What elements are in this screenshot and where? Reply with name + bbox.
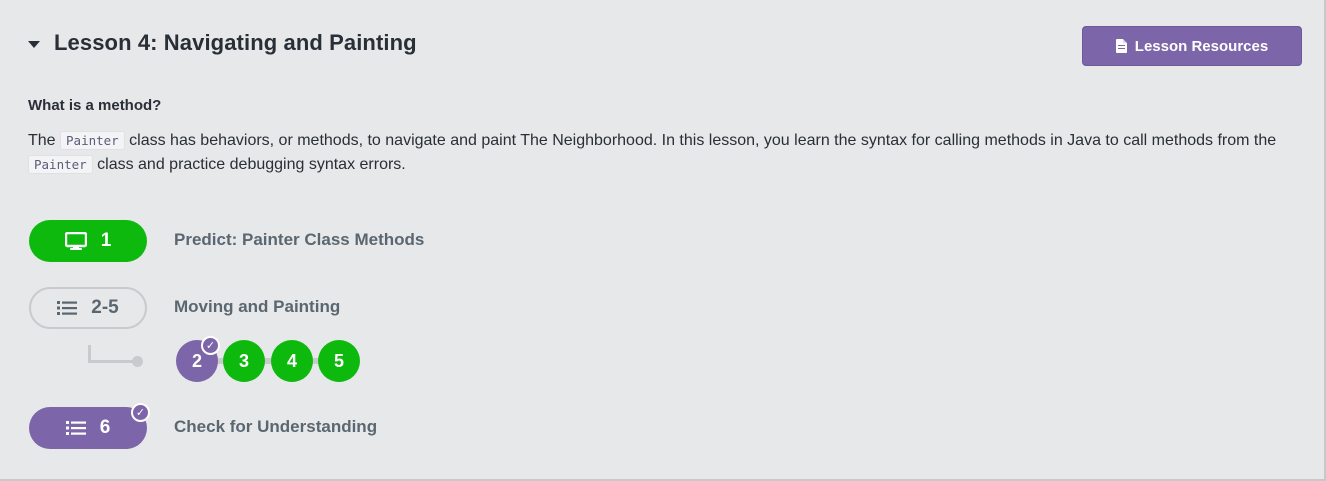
description-text: class has behaviors, or methods, to navi… — [124, 132, 1277, 149]
checkmark-icon: ✓ — [201, 336, 220, 355]
lesson-header[interactable]: Lesson 4: Navigating and Painting — [28, 30, 417, 56]
description-text: class and practice debugging syntax erro… — [92, 156, 406, 173]
level-pill-6[interactable]: 6 — [29, 407, 147, 449]
level-name[interactable]: Check for Understanding — [174, 417, 377, 437]
lesson-title[interactable]: Lesson 4: Navigating and Painting — [54, 30, 417, 56]
list-icon — [65, 420, 86, 436]
level-bubble-4[interactable]: 4 — [271, 340, 313, 382]
lesson-panel: Lesson 4: Navigating and Painting Lesson… — [0, 0, 1326, 481]
level-name[interactable]: Moving and Painting — [174, 297, 340, 317]
checkmark-icon: ✓ — [131, 403, 150, 422]
lesson-resources-button[interactable]: Lesson Resources — [1082, 26, 1302, 66]
level-pill-label: 6 — [99, 417, 111, 438]
list-icon — [57, 300, 78, 316]
monitor-icon — [64, 232, 87, 250]
level-pill-1[interactable]: 1 — [29, 220, 147, 262]
level-pill-2-5[interactable]: 2-5 — [29, 287, 147, 329]
level-pill-label: 2-5 — [91, 297, 119, 318]
caret-down-icon[interactable] — [28, 40, 40, 48]
document-icon — [1115, 39, 1127, 53]
description-text: The — [28, 132, 61, 149]
level-bubble-5[interactable]: 5 — [318, 340, 360, 382]
lesson-subheading: What is a method? — [28, 97, 162, 114]
sublevel-connector-dot — [132, 356, 143, 367]
level-name[interactable]: Predict: Painter Class Methods — [174, 230, 424, 250]
level-pill-label: 1 — [100, 230, 112, 251]
sublevel-connector — [88, 360, 136, 363]
code-painter: Painter — [60, 131, 125, 150]
level-bubble-3[interactable]: 3 — [223, 340, 265, 382]
lesson-resources-label: Lesson Resources — [1134, 37, 1269, 55]
lesson-description: The Painter class has behaviors, or meth… — [28, 129, 1303, 177]
code-painter: Painter — [28, 155, 93, 174]
